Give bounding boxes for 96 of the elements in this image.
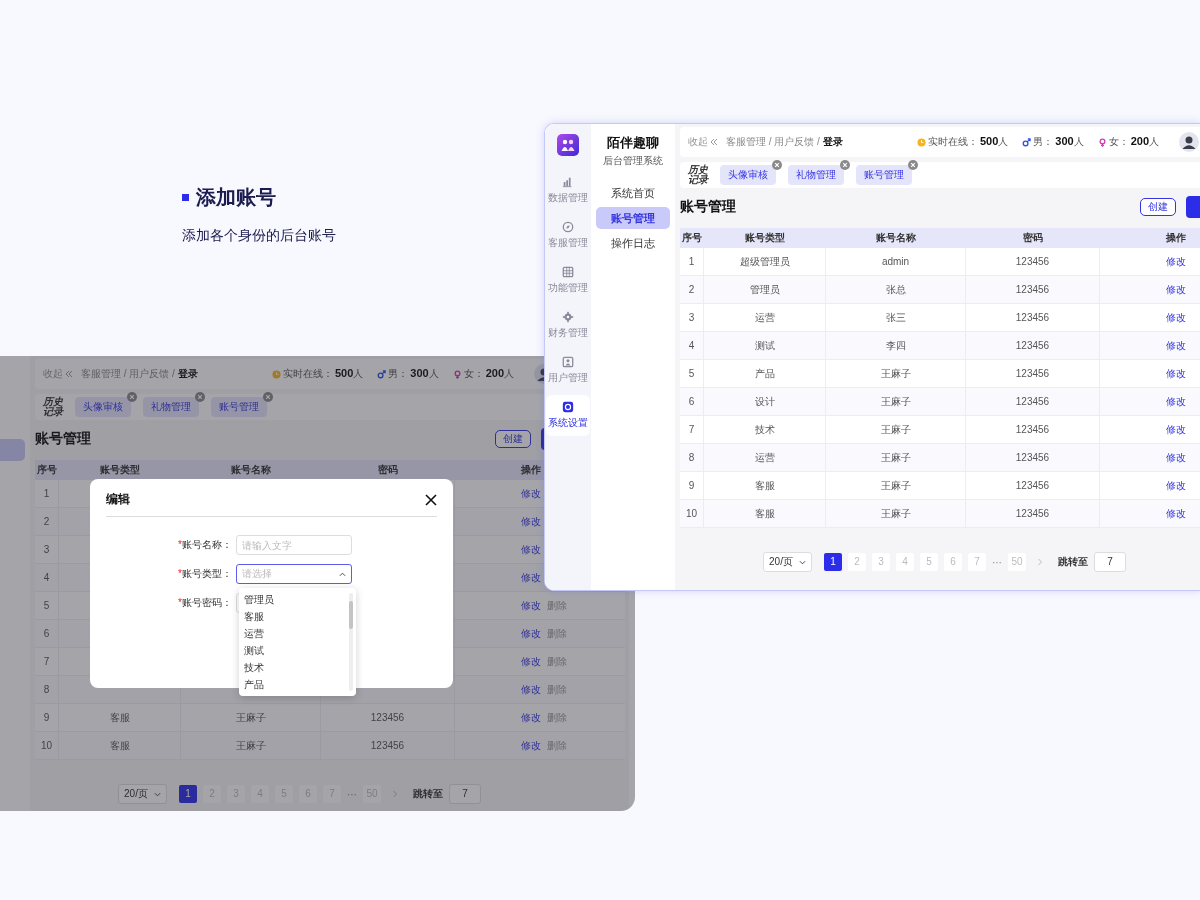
field-label: *账号类型： <box>177 567 232 581</box>
table-cell: 123456 <box>1015 340 1050 351</box>
table-cell: 123456 <box>1015 508 1050 519</box>
breadcrumb: 客服管理 / 用户反馈 / 登录 <box>726 135 843 149</box>
column-header: 密码 <box>377 463 399 477</box>
table-cell: 6 <box>43 628 50 639</box>
table-cell: 技术 <box>754 422 775 437</box>
table-cell: 123456 <box>1015 368 1050 379</box>
table-cell: admin <box>881 256 910 267</box>
stat-value: 300人 <box>410 367 439 381</box>
table-cell: 运营 <box>754 450 775 465</box>
table-cell: 客服 <box>109 738 130 753</box>
table-cell: 1 <box>688 256 695 267</box>
table-cell: 客服 <box>754 506 775 521</box>
table-cell: 设计 <box>754 394 775 409</box>
stat-value: 300人 <box>1055 135 1084 149</box>
table-cell: 4 <box>43 572 50 583</box>
dialog-title: 编辑 <box>106 491 130 508</box>
table-cell: 5 <box>43 600 50 611</box>
table-cell: 123456 <box>1015 424 1050 435</box>
stat-label: 男： <box>1033 135 1054 149</box>
stat-label: 实时在线： <box>282 367 333 381</box>
column-header: 序号 <box>681 231 703 245</box>
table-cell: 客服 <box>754 478 775 493</box>
table-cell: 王麻子 <box>235 738 266 753</box>
page-title: 账号管理 <box>35 430 92 448</box>
stat-label: 实时在线： <box>927 135 978 149</box>
table-cell: 王麻子 <box>880 422 911 437</box>
table-cell: 3 <box>43 544 50 555</box>
table-cell: 王麻子 <box>880 450 911 465</box>
column-header: 操作 <box>1165 231 1187 245</box>
table-cell: 9 <box>43 712 50 723</box>
table-cell: 123456 <box>1015 256 1050 267</box>
table-cell: 1 <box>43 488 50 499</box>
table-cell: 9 <box>688 480 695 491</box>
stat-value: 500人 <box>334 367 364 381</box>
table-cell: 123456 <box>1015 452 1050 463</box>
stat-label: 女： <box>463 367 484 381</box>
page-ellipsis: ··· <box>991 556 1002 568</box>
jump-label: 跳转至 <box>1057 555 1088 569</box>
section-title: 添加账号 <box>196 185 276 210</box>
column-header: 账号名称 <box>875 231 917 245</box>
table-cell: 10 <box>685 508 698 519</box>
table-cell: 123456 <box>370 740 405 751</box>
column-header: 账号类型 <box>744 231 786 245</box>
app-name: 陌伴趣聊 <box>607 134 659 152</box>
table-cell: 超级管理员 <box>739 254 790 269</box>
field-label: *账号名称： <box>177 538 232 552</box>
table-cell: 李四 <box>885 338 906 353</box>
stat-label: 女： <box>1108 135 1129 149</box>
column-header: 序号 <box>36 463 58 477</box>
field-label: *账号密码： <box>177 596 232 610</box>
table-cell: 4 <box>688 340 695 351</box>
table-cell: 5 <box>688 368 695 379</box>
column-header: 密码 <box>1022 231 1044 245</box>
table-cell: 张三 <box>885 310 906 325</box>
history-label: 历史记录 <box>43 396 63 418</box>
stat-label: 男： <box>388 367 409 381</box>
table-cell: 2 <box>688 284 695 295</box>
table-cell: 王麻子 <box>880 366 911 381</box>
table-cell: 客服 <box>109 710 130 725</box>
jump-label: 跳转至 <box>412 787 443 801</box>
table-cell: 管理员 <box>749 282 780 297</box>
table-cell: 123456 <box>1015 480 1050 491</box>
table-cell: 8 <box>688 452 695 463</box>
breadcrumb: 客服管理 / 用户反馈 / 登录 <box>81 367 198 381</box>
table-cell: 123456 <box>1015 284 1050 295</box>
history-label: 历史记录 <box>688 164 708 186</box>
table-cell: 王麻子 <box>880 506 911 521</box>
table-cell: 123456 <box>1015 312 1050 323</box>
app-subtitle: 后台管理系统 <box>603 154 663 168</box>
table-cell: 8 <box>43 684 50 695</box>
table-cell: 王麻子 <box>880 478 911 493</box>
section-subtitle: 添加各个身份的后台账号 <box>182 227 336 245</box>
table-cell: 王麻子 <box>880 394 911 409</box>
table-cell: 3 <box>688 312 695 323</box>
table-cell: 张总 <box>885 282 906 297</box>
page-title: 账号管理 <box>680 198 737 216</box>
page-ellipsis: ··· <box>346 788 357 800</box>
table-cell: 123456 <box>370 712 405 723</box>
table-cell: 测试 <box>754 338 775 353</box>
table-cell: 7 <box>43 656 50 667</box>
table-cell: 7 <box>688 424 695 435</box>
table-cell: 2 <box>43 516 50 527</box>
column-header: 账号类型 <box>99 463 141 477</box>
stat-value: 200人 <box>1130 135 1159 149</box>
table-cell: 王麻子 <box>235 710 266 725</box>
table-cell: 运营 <box>754 310 775 325</box>
column-header: 操作 <box>520 463 542 477</box>
stat-value: 500人 <box>979 135 1009 149</box>
column-header: 账号名称 <box>230 463 272 477</box>
stat-value: 200人 <box>485 367 514 381</box>
table-cell: 6 <box>688 396 695 407</box>
table-cell: 123456 <box>1015 396 1050 407</box>
table-cell: 10 <box>40 740 53 751</box>
table-cell: 产品 <box>754 366 775 381</box>
